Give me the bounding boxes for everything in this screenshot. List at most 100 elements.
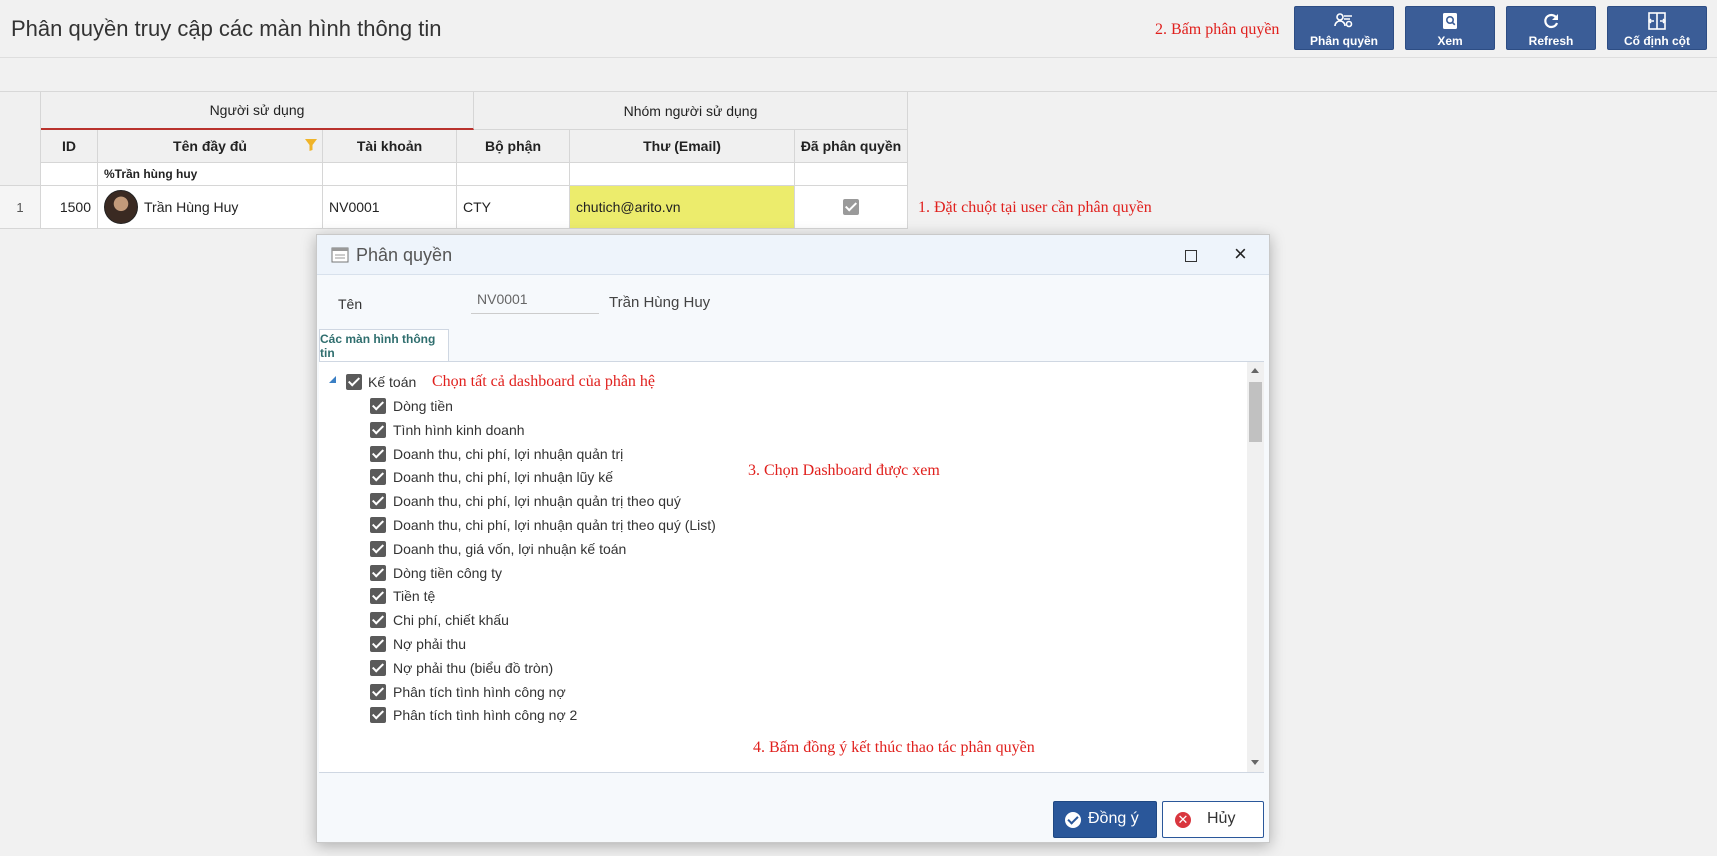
tree-group-label[interactable]: Kế toán: [368, 374, 416, 390]
filter-account[interactable]: [323, 163, 457, 186]
user-name-field: Trần Hùng Huy: [609, 294, 711, 311]
maximize-icon[interactable]: [1185, 250, 1197, 262]
column-full-name-label: Tên đầy đủ: [173, 138, 247, 154]
filter-email[interactable]: [570, 163, 795, 186]
permission-button-label: Phân quyền: [1309, 34, 1378, 48]
item-checkbox[interactable]: [370, 421, 386, 438]
ok-button[interactable]: Đồng ý: [1053, 801, 1157, 838]
view-button-label: Xem: [1437, 34, 1463, 48]
tree-item-label[interactable]: Nợ phải thu (biểu đồ tròn): [393, 660, 553, 676]
tree-item-label[interactable]: Phân tích tình hình công nợ 2: [393, 707, 577, 723]
annotation-step1: 1. Đặt chuột tại user cần phân quyền: [918, 199, 1152, 216]
authorized-checkbox[interactable]: [843, 199, 859, 215]
item-checkbox[interactable]: [370, 469, 386, 486]
column-id[interactable]: ID: [41, 130, 98, 163]
close-icon[interactable]: ×: [1234, 243, 1247, 265]
item-checkbox[interactable]: [370, 540, 386, 557]
dialog-header: Phân quyền ×: [317, 235, 1269, 275]
tree-item-label[interactable]: Dòng tiền công ty: [393, 565, 502, 581]
table-row-department[interactable]: CTY: [457, 186, 570, 229]
view-button[interactable]: Xem: [1405, 6, 1495, 50]
item-checkbox[interactable]: [370, 707, 386, 724]
dashboard-tree: Kế toán Chọn tất cả dashboard của phân h…: [319, 361, 1264, 773]
item-checkbox[interactable]: [370, 445, 386, 462]
tree-item-label[interactable]: Doanh thu, giá vốn, lợi nhuận kế toán: [393, 541, 626, 557]
scroll-up-icon[interactable]: [1251, 368, 1259, 373]
cancel-circle-icon: ✕: [1175, 812, 1191, 828]
secondary-bar: [0, 58, 1717, 92]
cancel-button-label: Hủy: [1207, 810, 1236, 827]
tab-user-groups[interactable]: Nhóm người sử dụng: [474, 92, 908, 130]
full-name-text: Trần Hùng Huy: [144, 199, 239, 215]
scroll-thumb[interactable]: [1249, 382, 1262, 442]
refresh-button-label: Refresh: [1528, 34, 1574, 48]
group-checkbox[interactable]: [346, 374, 362, 390]
filter-department[interactable]: [457, 163, 570, 186]
row-number: 1: [0, 186, 41, 229]
scroll-down-icon[interactable]: [1251, 760, 1259, 765]
item-checkbox[interactable]: [370, 636, 386, 652]
scrollbar[interactable]: [1247, 362, 1264, 772]
item-checkbox[interactable]: [370, 659, 386, 676]
pin-columns-button[interactable]: Cố định cột: [1607, 6, 1707, 50]
ok-button-label: Đồng ý: [1088, 810, 1139, 827]
annotation-step3: 3. Chọn Dashboard được xem: [748, 462, 940, 479]
tree-item-label[interactable]: Doanh thu, chi phí, lợi nhuận quản trị t…: [393, 493, 681, 509]
tree-item-label[interactable]: Tình hình kinh doanh: [393, 422, 525, 438]
item-checkbox[interactable]: [370, 493, 386, 510]
tab-info-screens[interactable]: Các màn hình thông tin: [319, 329, 449, 361]
avatar: [104, 190, 138, 224]
tree-item-label[interactable]: Doanh thu, chi phí, lợi nhuận quản trị t…: [393, 517, 716, 533]
name-label: Tên: [338, 296, 363, 312]
table-row-email[interactable]: chutich@arito.vn: [570, 186, 795, 229]
cancel-button[interactable]: ✕ Hủy: [1162, 801, 1264, 838]
check-circle-icon: [1065, 812, 1081, 828]
table-row-authorized[interactable]: [795, 186, 908, 229]
column-account[interactable]: Tài khoản: [323, 130, 457, 163]
toolbar: Phân quyền truy cập các màn hình thông t…: [0, 0, 1717, 58]
table-row-id[interactable]: 1500: [41, 186, 98, 229]
tree-item-label[interactable]: Tiền tệ: [393, 588, 435, 604]
tab-users[interactable]: Người sử dụng: [41, 92, 474, 130]
column-department[interactable]: Bộ phận: [457, 130, 570, 163]
page-title: Phân quyền truy cập các màn hình thông t…: [11, 16, 442, 41]
filter-id[interactable]: [41, 163, 98, 186]
filter-icon[interactable]: [304, 138, 318, 155]
refresh-button[interactable]: Refresh: [1506, 6, 1596, 50]
filter-full-name[interactable]: %Trần hùng huy: [98, 163, 323, 186]
column-authorized[interactable]: Đã phân quyền: [795, 130, 908, 163]
table-row-full-name[interactable]: Trần Hùng Huy: [98, 186, 323, 229]
annotation-select-all: Chọn tất cả dashboard của phân hệ: [432, 373, 656, 390]
row-number-header: [0, 92, 41, 186]
tree-item-label[interactable]: Doanh thu, chi phí, lợi nhuận lũy kế: [393, 469, 613, 485]
item-checkbox[interactable]: [370, 683, 386, 700]
tree-item-label[interactable]: Doanh thu, chi phí, lợi nhuận quản trị: [393, 446, 623, 462]
table-row-account[interactable]: NV0001: [323, 186, 457, 229]
item-checkbox[interactable]: [370, 612, 386, 629]
refresh-icon: [1507, 11, 1595, 31]
item-checkbox[interactable]: [370, 588, 386, 605]
annotation-step4: 4. Bấm đồng ý kết thúc thao tác phân quy…: [753, 739, 1035, 756]
pin-columns-button-label: Cố định cột: [1624, 34, 1690, 48]
permission-dialog: Phân quyền × Tên NV0001 Trần Hùng Huy Cá…: [316, 234, 1270, 843]
tree-item-label[interactable]: Chi phí, chiết khấu: [393, 612, 509, 628]
column-full-name[interactable]: Tên đầy đủ: [98, 130, 323, 163]
tree-item-label[interactable]: Phân tích tình hình công nợ: [393, 684, 566, 700]
column-email[interactable]: Thư (Email): [570, 130, 795, 163]
tree-item-label[interactable]: Dòng tiền: [393, 398, 453, 414]
user-grid: Người sử dụng Nhóm người sử dụng ID Tên …: [0, 92, 908, 229]
users-gear-icon: [1295, 11, 1393, 31]
filter-authorized[interactable]: [795, 163, 908, 186]
item-checkbox[interactable]: [370, 517, 386, 533]
view-icon: [1406, 11, 1494, 31]
account-field[interactable]: NV0001: [471, 288, 599, 314]
dialog-title: Phân quyền: [356, 245, 453, 265]
tree-item-label[interactable]: Nợ phải thu: [393, 636, 466, 652]
window-icon: [331, 247, 349, 266]
expand-arrow-icon[interactable]: [329, 376, 336, 383]
annotation-step2: 2. Bấm phân quyền: [1155, 21, 1280, 38]
pin-columns-icon: [1608, 11, 1706, 31]
item-checkbox[interactable]: [370, 564, 386, 581]
item-checkbox[interactable]: [370, 398, 386, 414]
permission-button[interactable]: Phân quyền: [1294, 6, 1394, 50]
